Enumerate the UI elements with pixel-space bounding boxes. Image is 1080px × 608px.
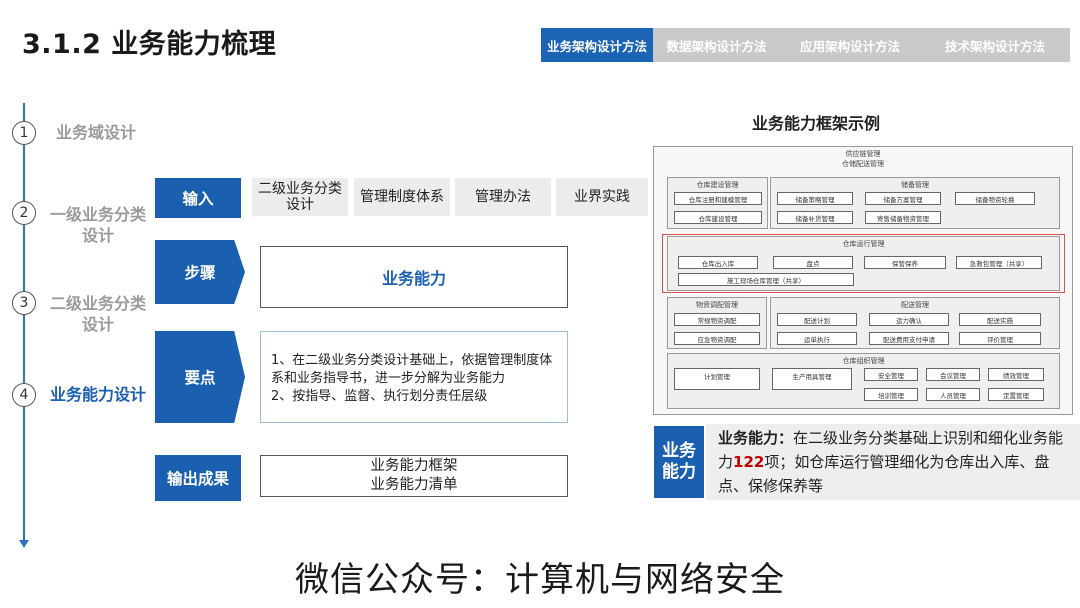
framework-top-label: 供应链管理: [845, 150, 881, 158]
framework-cell: 储备补货管理: [777, 211, 853, 224]
framework-cell: 仓库注册和建模管理: [674, 192, 762, 205]
framework-cell: 储备物资轮换: [955, 192, 1035, 205]
framework-sub-label: 仓储配送管理: [842, 160, 884, 168]
tab-data-architecture[interactable]: 数据架构设计方法: [653, 28, 780, 62]
input-item: 二级业务分类设计: [252, 178, 348, 216]
output-item: 业务能力框架: [370, 458, 458, 474]
output-box: 业务能力框架 业务能力清单: [260, 455, 568, 497]
framework-cell: 评价管理: [959, 332, 1041, 345]
input-item: 管理办法: [455, 178, 551, 216]
key-points-label: 要点: [155, 331, 245, 423]
step-label-2: 一级业务分类设计: [50, 205, 147, 245]
step-number-3: 3: [12, 291, 36, 315]
steps-label: 步骤: [155, 240, 245, 304]
capability-text-after: 项；如仓库运行管理细化为仓库出入库、盘点、保修保养等: [718, 453, 1050, 495]
tab-technology-architecture[interactable]: 技术架构设计方法: [920, 28, 1070, 62]
framework-cell: 人员管理: [926, 388, 980, 401]
framework-cell: 运单执行: [777, 332, 857, 345]
framework-cell: 配送实施: [959, 313, 1041, 326]
key-points-box: 1、在二级业务分类设计基础上，依据管理制度体系和业务指导书，进一步分解为业务能力…: [260, 331, 568, 423]
framework-section: 储备管理 储备策略管理 储备方案管理 储备物资轮换 储备补货管理 寄售储备物资管…: [770, 177, 1060, 229]
framework-cell: 储备方案管理: [865, 192, 941, 205]
step-label-1: 业务域设计: [55, 123, 136, 142]
step-label-3: 二级业务分类设计: [50, 294, 147, 334]
step-label-4: 业务能力设计: [50, 385, 147, 404]
framework-section: 仓库组织管理 计划管理 生产用具管理 安全管理 会议管理 绩效管理 培训管理 人…: [667, 353, 1060, 409]
capability-term: 业务能力: [718, 429, 779, 447]
tab-business-architecture[interactable]: 业务架构设计方法: [541, 28, 653, 62]
input-item: 管理制度体系: [354, 178, 450, 216]
key-point-1: 1、在二级业务分类设计基础上，依据管理制度体系和业务指导书，进一步分解为业务能力: [271, 353, 553, 386]
timeline-line: [23, 103, 25, 543]
output-item: 业务能力清单: [370, 477, 458, 493]
framework-section-title: 储备管理: [901, 181, 929, 189]
framework-cell: 寄售储备物资管理: [865, 211, 941, 224]
framework-cell: 安全管理: [864, 368, 918, 381]
framework-cell: 储备策略管理: [777, 192, 853, 205]
framework-cell: 配送费用支付申请: [869, 332, 949, 345]
steps-content: 业务能力: [260, 246, 568, 308]
framework-title: 业务能力框架示例: [752, 114, 881, 133]
capability-description: 业务能力：在二级业务分类基础上识别和细化业务能力122项；如仓库运行管理细化为仓…: [706, 424, 1080, 500]
framework-section-title: 仓库组织管理: [842, 357, 885, 365]
framework-section: 仓库建设管理 仓库注册和建模管理 仓库建设管理: [667, 177, 768, 229]
framework-cell: 运力确认: [869, 313, 949, 326]
key-point-2: 2、按指导、监督、执行划分责任层级: [271, 389, 488, 404]
framework-cell: 配送计划: [777, 313, 857, 326]
capability-colon: ：: [778, 429, 794, 447]
page-title: 3.1.2 业务能力梳理: [22, 29, 277, 60]
output-label: 输出成果: [155, 455, 241, 501]
framework-highlight-frame: [662, 234, 1065, 293]
method-tabs: 业务架构设计方法 数据架构设计方法 应用架构设计方法 技术架构设计方法: [541, 28, 1070, 62]
framework-section: 物资调配管理 常规物资调配 应急物资调配: [667, 297, 767, 349]
tab-application-architecture[interactable]: 应用架构设计方法: [780, 28, 920, 62]
input-label: 输入: [155, 178, 241, 218]
step-number-1: 1: [12, 121, 36, 145]
capability-badge: 业务能力: [654, 426, 704, 498]
step-number-4: 4: [12, 383, 36, 407]
framework-section: 配送管理 配送计划 运力确认 配送实施 运单执行 配送费用支付申请 评价管理: [770, 297, 1060, 349]
footer-watermark: 微信公众号：计算机与网络安全: [295, 560, 785, 600]
framework-cell: 生产用具管理: [772, 368, 852, 390]
framework-section-title: 仓库建设管理: [696, 181, 739, 189]
input-item: 业界实践: [556, 178, 648, 216]
step-number-2: 2: [12, 201, 36, 225]
framework-cell: 会议管理: [926, 368, 980, 381]
framework-section-title: 配送管理: [901, 301, 929, 309]
framework-cell: 常规物资调配: [674, 313, 760, 326]
capability-count: 122: [733, 453, 765, 471]
timeline-arrow-icon: [19, 540, 29, 548]
framework-cell: 计划管理: [674, 368, 760, 390]
framework-cell: 培训管理: [864, 388, 918, 401]
framework-cell: 定置管理: [988, 388, 1044, 401]
framework-cell: 仓库建设管理: [674, 211, 762, 224]
framework-cell: 绩效管理: [988, 368, 1044, 381]
framework-section-title: 物资调配管理: [696, 301, 738, 309]
framework-cell: 应急物资调配: [674, 332, 760, 345]
